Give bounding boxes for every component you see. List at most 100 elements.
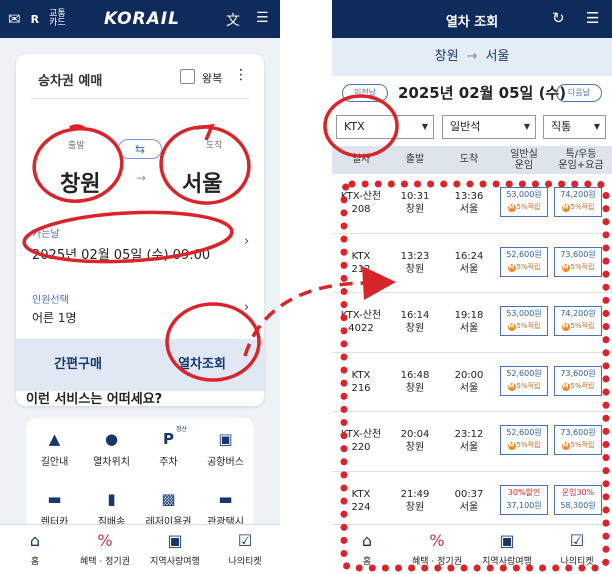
route-from: 창원 bbox=[434, 49, 459, 64]
left-body: 승차권 예매 왕복 ⋮ 출발 도착 ⇆ 창원 → 서울 가는날 2025년 02… bbox=[0, 38, 280, 528]
train-name-cell: KTX 216 bbox=[351, 369, 371, 394]
dropdown-icon: ▼ bbox=[523, 122, 530, 131]
route-arrow: → bbox=[466, 49, 478, 64]
mileage-icon: M bbox=[507, 263, 516, 272]
arrival-cell: 20:00 서울 bbox=[454, 369, 484, 394]
nav-benefits[interactable]: % 혜택 · 정기권 bbox=[402, 525, 472, 574]
train-name-cell: KTX 224 bbox=[351, 488, 371, 513]
departure-cell: 21:49 창원 bbox=[400, 488, 430, 513]
passenger-value[interactable]: 어른 1명 bbox=[32, 309, 77, 326]
train-row[interactable]: KTX-산천 208 10:31 창원 13:36 서울 53,000원 M 5%적립 74,20… bbox=[332, 174, 612, 234]
train-row[interactable]: KTX 224 21:49 창원 00:37 서울 30%할인 37,100원 운임30% 58,… bbox=[332, 472, 612, 531]
service-parking[interactable]: 정산 P 주차 bbox=[140, 426, 197, 468]
nav-local-travel[interactable]: ▣ 지역사랑여행 bbox=[140, 525, 210, 574]
train-name-cell: KTX-산천 4022 bbox=[340, 310, 382, 334]
bag-icon: ▣ bbox=[167, 531, 183, 550]
train-name-cell: KTX 212 bbox=[351, 250, 371, 275]
departure-cell: 10:31 창원 bbox=[400, 191, 430, 215]
chevron-right-icon[interactable]: › bbox=[244, 300, 249, 315]
nav-home[interactable]: ⌂ 홈 bbox=[332, 525, 402, 574]
date-value[interactable]: 2025년 02월 05일 (수) 09:00 bbox=[32, 244, 210, 263]
korail-logo: KORAIL bbox=[104, 9, 180, 29]
train-row[interactable]: KTX 212 13:23 창원 16:24 서울 52,600원 M 5%적립 73,600원 M… bbox=[332, 234, 612, 293]
transit-card-label: 교통 카드 bbox=[49, 9, 66, 28]
round-trip-checkbox[interactable] bbox=[180, 69, 195, 84]
general-fare-button[interactable]: 30%할인 37,100원 bbox=[500, 484, 548, 515]
round-trip-label: 왕복 bbox=[202, 72, 223, 85]
special-fare-button[interactable]: 73,600원 M 5%적립 bbox=[554, 365, 602, 396]
transit-card-icon[interactable]: R bbox=[31, 13, 39, 26]
train-type-select[interactable]: KTX ▼ bbox=[336, 115, 434, 139]
arrival-cell: 00:37 서울 bbox=[454, 488, 484, 513]
booking-card: 승차권 예매 왕복 ⋮ 출발 도착 ⇆ 창원 → 서울 가는날 2025년 02… bbox=[16, 54, 264, 406]
car-icon: ▬ bbox=[47, 490, 62, 508]
general-fare-button[interactable]: 52,600원 M 5%적립 bbox=[500, 246, 548, 277]
general-fare-button[interactable]: 52,600원 M 5%적립 bbox=[500, 365, 548, 396]
col-arrival: 도착 bbox=[459, 154, 479, 165]
swap-stations-button[interactable]: ⇆ bbox=[118, 139, 162, 159]
chevron-right-icon[interactable]: › bbox=[244, 234, 249, 249]
bag-icon: ▣ bbox=[499, 531, 515, 550]
service-tour-taxi[interactable]: ▬ 관광택시 bbox=[197, 490, 254, 528]
service-airport-bus[interactable]: ▣ 공항버스 bbox=[197, 430, 254, 468]
arrival-station[interactable]: 서울 bbox=[182, 166, 222, 198]
bottom-nav: ⌂ 홈 % 혜택 · 정기권 ▣ 지역사랑여행 ☑ 나의티켓 bbox=[332, 524, 612, 574]
general-fare-button[interactable]: 52,600원 M 5%적립 bbox=[500, 425, 548, 455]
train-row[interactable]: KTX-산천 4022 16:14 창원 19:18 서울 53,000원 M 5%적립 74,2… bbox=[332, 293, 612, 353]
special-fare-button[interactable]: 73,600원 M 5%적립 bbox=[554, 246, 602, 277]
nav-my-tickets[interactable]: ☑ 나의티켓 bbox=[210, 525, 280, 574]
next-day-button[interactable]: 다음날 bbox=[556, 84, 602, 102]
mileage-icon: M bbox=[507, 204, 516, 212]
train-list: KTX-산천 208 10:31 창원 13:36 서울 53,000원 M 5%적립 74,20… bbox=[332, 174, 612, 531]
quick-purchase-button[interactable]: 간편구매 bbox=[16, 339, 140, 391]
nav-benefits[interactable]: % 혜택 · 정기권 bbox=[70, 525, 140, 574]
selected-date: 2025년 02월 05일 (수) bbox=[398, 84, 567, 102]
train-name-cell: KTX-산천 208 bbox=[340, 191, 382, 215]
refresh-icon[interactable]: ↻ bbox=[552, 9, 565, 27]
general-fare-button[interactable]: 53,000원 M 5%적립 bbox=[500, 187, 548, 217]
service-navigation[interactable]: ▲ 길안내 bbox=[26, 430, 83, 468]
menu-icon[interactable]: ☰ bbox=[586, 9, 599, 27]
discount-icon: % bbox=[429, 531, 445, 550]
discount-icon: % bbox=[97, 531, 113, 550]
filter-bar: KTX ▼ 일반석 ▼ 직통 ▼ bbox=[332, 110, 612, 146]
services-grid: ▲ 길안내 ● 열차위치 정산 P 주차 ▣ 공항버스 ▬ 렌터카 ▮ 짐배송 ▩ 레저이용권 … bbox=[26, 418, 254, 528]
train-row[interactable]: KTX-산천 220 20:04 창원 23:12 서울 52,600원 M 5%적립 73,60… bbox=[332, 412, 612, 472]
departure-cell: 16:14 창원 bbox=[400, 310, 430, 334]
seat-class-select[interactable]: 일반석 ▼ bbox=[442, 115, 536, 139]
mileage-icon: M bbox=[561, 204, 570, 212]
date-bar: 이전날 2025년 02월 05일 (수) 다음날 bbox=[332, 76, 612, 110]
date-label: 가는날 bbox=[32, 229, 60, 240]
service-rental-car[interactable]: ▬ 렌터카 bbox=[26, 490, 83, 528]
service-leisure-ticket[interactable]: ▩ 레저이용권 bbox=[140, 490, 197, 528]
menu-icon[interactable]: ☰ bbox=[256, 10, 269, 26]
nav-local-travel[interactable]: ▣ 지역사랑여행 bbox=[472, 525, 542, 574]
service-luggage[interactable]: ▮ 짐배송 bbox=[83, 490, 140, 528]
direct-select[interactable]: 직통 ▼ bbox=[543, 115, 606, 139]
train-search-button[interactable]: 열차조회 bbox=[140, 339, 264, 391]
mileage-icon: M bbox=[561, 323, 570, 331]
ticket-icon: ▩ bbox=[161, 490, 176, 508]
nav-home[interactable]: ⌂ 홈 bbox=[0, 525, 70, 574]
special-fare-button[interactable]: 74,200원 M 5%적립 bbox=[554, 187, 602, 217]
arrival-cell: 13:36 서울 bbox=[454, 191, 484, 215]
special-fare-button[interactable]: 운임30% 58,300원 bbox=[554, 484, 602, 515]
chat-icon[interactable]: ✉ bbox=[8, 10, 21, 28]
special-fare-button[interactable]: 74,200원 M 5%적립 bbox=[554, 306, 602, 336]
arrival-cell: 16:24 서울 bbox=[454, 250, 484, 275]
departure-cell: 20:04 창원 bbox=[400, 429, 430, 453]
service-train-location[interactable]: ● 열차위치 bbox=[83, 430, 140, 468]
special-fare-button[interactable]: 73,600원 M 5%적립 bbox=[554, 425, 602, 455]
train-row[interactable]: KTX 216 16:48 창원 20:00 서울 52,600원 M 5%적립 73,600원 M… bbox=[332, 353, 612, 412]
more-icon[interactable]: ⋮ bbox=[234, 67, 248, 83]
translate-icon[interactable]: 文 bbox=[226, 10, 240, 30]
general-fare-button[interactable]: 53,000원 M 5%적립 bbox=[500, 306, 548, 336]
prev-day-button[interactable]: 이전날 bbox=[342, 84, 388, 102]
nav-my-tickets[interactable]: ☑ 나의티켓 bbox=[542, 525, 612, 574]
departure-station[interactable]: 창원 bbox=[60, 166, 100, 198]
table-header: 열차 출발 도착 일반실 운임 특/우등 운임+요금 bbox=[332, 146, 612, 174]
dropdown-icon: ▼ bbox=[593, 122, 600, 131]
right-header: 열차 조회 ↻ ☰ bbox=[332, 0, 612, 38]
taxi-icon: ▬ bbox=[218, 490, 233, 508]
dropdown-icon: ▼ bbox=[421, 122, 428, 131]
